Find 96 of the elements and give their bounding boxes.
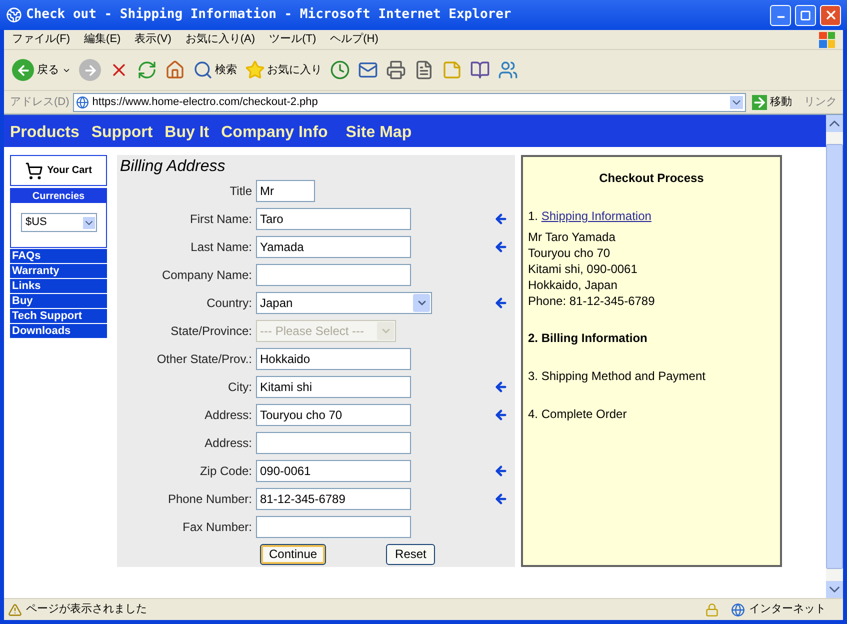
scroll-up-icon[interactable] (826, 115, 843, 132)
close-button[interactable] (820, 4, 841, 26)
field-label: Address: (204, 435, 253, 452)
text-field[interactable]: Yamada (256, 236, 411, 258)
field-label: Zip Code: (198, 463, 253, 480)
refresh-icon[interactable] (137, 60, 157, 80)
text-field[interactable]: Taro (256, 208, 411, 230)
favorites-button[interactable]: お気に入り (245, 60, 322, 80)
address-line: Phone: 81-12-345-6789 (528, 293, 656, 309)
nav-link[interactable]: Company Info (221, 121, 328, 145)
text-field[interactable] (256, 516, 411, 538)
form-button[interactable]: Reset (386, 544, 436, 564)
sidebar-link[interactable]: Links (10, 279, 107, 293)
step-label: Shipping Method and Payment (541, 369, 706, 383)
sidebar-link[interactable]: Warranty (10, 264, 107, 278)
text-field[interactable]: Kitami shi (256, 376, 411, 398)
menu-item[interactable]: 編集(E) (84, 31, 121, 48)
select-field[interactable]: Japan (256, 292, 432, 314)
step-number: 4. (528, 407, 538, 421)
text-field[interactable]: Touryou cho 70 (256, 404, 411, 426)
address-line: Hokkaido, Japan (528, 277, 618, 293)
nav-link[interactable]: Site Map (346, 121, 412, 145)
menu-item[interactable]: 表示(V) (134, 31, 172, 48)
print-icon[interactable] (386, 60, 406, 80)
checkout-title: Checkout Process (598, 170, 705, 187)
step-label: Billing Information (541, 331, 648, 345)
currencies-title: Currencies (11, 189, 106, 203)
menu-item[interactable]: ファイル(F) (12, 31, 70, 48)
field-label: Fax Number: (182, 519, 253, 536)
cart-button[interactable]: Your Cart (10, 155, 107, 186)
form-title: Billing Address (120, 157, 226, 177)
field-label: Address: (204, 407, 253, 424)
nav-link[interactable]: Buy It (164, 121, 210, 145)
internet-zone-icon (731, 602, 745, 616)
field-label: Last Name: (190, 239, 253, 256)
text-field[interactable]: Mr (256, 180, 315, 202)
menu-item[interactable]: ヘルプ(H) (330, 31, 378, 48)
address-line: Touryou cho 70 (528, 245, 612, 261)
step-label: Complete Order (541, 407, 627, 421)
field-label: Company Name: (160, 267, 253, 284)
close-icon (824, 8, 838, 22)
messenger-icon[interactable] (498, 60, 518, 80)
page-icon (76, 96, 90, 108)
research-icon[interactable] (470, 60, 490, 80)
step-link[interactable]: Shipping Information (541, 209, 652, 223)
field-label: State/Province: (170, 323, 253, 340)
go-button[interactable]: 移動 (750, 94, 794, 110)
address-field[interactable]: https://www.home-electro.com/checkout-2.php (73, 92, 746, 112)
menu-item[interactable]: お気に入り(A) (185, 31, 256, 48)
scroll-down-icon[interactable] (826, 581, 843, 598)
sidebar-link[interactable]: Buy (10, 294, 107, 308)
step-number: 3. (528, 369, 538, 383)
sidebar-link[interactable]: Downloads (10, 324, 107, 338)
text-field[interactable]: 090-0061 (256, 460, 411, 482)
text-field[interactable]: 81-12-345-6789 (256, 488, 411, 510)
star-icon (245, 60, 265, 80)
step-number: 2. (528, 331, 538, 345)
back-button[interactable]: 戻る (12, 59, 71, 81)
zone-label: インターネット (749, 602, 827, 618)
search-button[interactable]: 検索 (193, 60, 237, 80)
warning-icon (8, 602, 22, 616)
mail-icon[interactable] (358, 60, 378, 80)
field-label: Other State/Prov.: (156, 351, 253, 368)
status-message: ページが表示されました (26, 602, 148, 618)
edit-icon[interactable] (414, 60, 434, 80)
cart-icon (25, 162, 44, 180)
sidebar-link[interactable]: Tech Support (10, 309, 107, 323)
address-line: Mr Taro Yamada (528, 229, 616, 245)
text-field[interactable] (256, 264, 411, 286)
browser-icon (6, 7, 22, 23)
address-label: アドレス(D) (10, 94, 70, 110)
form-button[interactable]: Continue (260, 544, 326, 564)
text-field[interactable]: Hokkaido (256, 348, 411, 370)
scrollbar[interactable] (826, 115, 843, 598)
sidebar-link[interactable]: FAQs (10, 249, 107, 263)
home-icon[interactable] (165, 60, 185, 80)
minimize-button[interactable] (770, 4, 791, 26)
text-field[interactable] (256, 432, 411, 454)
nav-link[interactable]: Support (91, 121, 153, 145)
nav-link[interactable]: Products (10, 121, 80, 145)
history-icon[interactable] (330, 60, 350, 80)
maximize-icon (800, 10, 811, 20)
lock-icon (705, 602, 719, 616)
field-label: Phone Number: (166, 491, 253, 508)
search-icon (193, 60, 213, 80)
address-line: Kitami shi, 090-0061 (528, 261, 638, 277)
field-label: Title (228, 183, 253, 200)
field-label: First Name: (188, 211, 253, 228)
field-label: City: (227, 379, 253, 396)
windows-logo-icon (819, 32, 835, 48)
window-title: Check out - Shipping Information - Microsoft Internet Explorer (26, 6, 512, 24)
menu-item[interactable]: ツール(T) (269, 31, 316, 48)
field-label: Country: (206, 295, 253, 312)
currency-select[interactable]: $US (20, 213, 96, 232)
maximize-button[interactable] (795, 4, 816, 26)
step-number: 1. (528, 209, 538, 223)
